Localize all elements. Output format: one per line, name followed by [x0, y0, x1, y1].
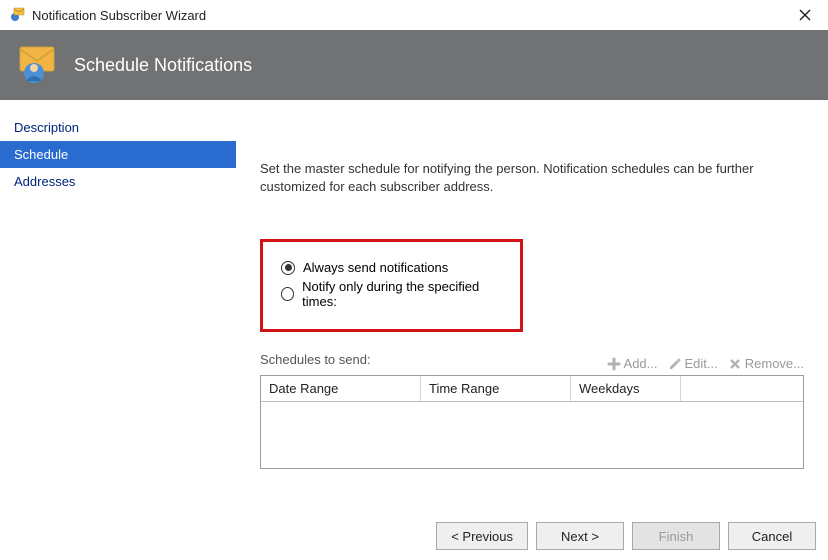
- intro-text: Set the master schedule for notifying th…: [260, 160, 804, 195]
- radio-always[interactable]: Always send notifications: [281, 260, 502, 275]
- finish-button: Finish: [632, 522, 720, 550]
- grid-header: Date Range Time Range Weekdays: [261, 376, 803, 402]
- app-icon: [8, 6, 26, 24]
- edit-button[interactable]: Edit...: [668, 356, 718, 371]
- add-icon: [607, 357, 621, 371]
- schedule-toolbar-row: Schedules to send: Add... Edit... Remove…: [260, 352, 804, 371]
- banner-icon: [14, 41, 60, 90]
- schedule-toolbar: Add... Edit... Remove...: [607, 356, 804, 371]
- col-date-range[interactable]: Date Range: [261, 376, 421, 401]
- radio-specified-label: Notify only during the specified times:: [302, 279, 502, 309]
- notification-mode-group: Always send notifications Notify only du…: [260, 239, 523, 332]
- close-button[interactable]: [790, 0, 820, 30]
- radio-always-label: Always send notifications: [303, 260, 448, 275]
- close-icon: [799, 9, 811, 21]
- edit-icon: [668, 357, 682, 371]
- banner-title: Schedule Notifications: [74, 55, 252, 76]
- radio-icon: [281, 261, 295, 275]
- col-time-range[interactable]: Time Range: [421, 376, 571, 401]
- add-button[interactable]: Add...: [607, 356, 658, 371]
- col-spacer: [681, 376, 803, 401]
- wizard-main: Set the master schedule for notifying th…: [236, 100, 828, 512]
- previous-button[interactable]: < Previous: [436, 522, 528, 550]
- wizard-body: Description Schedule Addresses Set the m…: [0, 100, 828, 512]
- radio-specified-times[interactable]: Notify only during the specified times:: [281, 279, 502, 309]
- remove-button[interactable]: Remove...: [728, 356, 804, 371]
- schedule-grid[interactable]: Date Range Time Range Weekdays: [260, 375, 804, 469]
- cancel-button[interactable]: Cancel: [728, 522, 816, 550]
- col-weekdays[interactable]: Weekdays: [571, 376, 681, 401]
- next-button[interactable]: Next >: [536, 522, 624, 550]
- edit-label: Edit...: [685, 356, 718, 371]
- sidebar-item-description[interactable]: Description: [0, 114, 236, 141]
- title-bar: Notification Subscriber Wizard: [0, 0, 828, 30]
- add-label: Add...: [624, 356, 658, 371]
- window-title: Notification Subscriber Wizard: [32, 8, 206, 23]
- wizard-banner: Schedule Notifications: [0, 30, 828, 100]
- remove-icon: [728, 357, 742, 371]
- schedules-label: Schedules to send:: [260, 352, 371, 371]
- wizard-sidebar: Description Schedule Addresses: [0, 100, 236, 512]
- sidebar-item-schedule[interactable]: Schedule: [0, 141, 236, 168]
- remove-label: Remove...: [745, 356, 804, 371]
- sidebar-item-addresses[interactable]: Addresses: [0, 168, 236, 195]
- radio-icon: [281, 287, 294, 301]
- wizard-footer: < Previous Next > Finish Cancel: [0, 512, 828, 560]
